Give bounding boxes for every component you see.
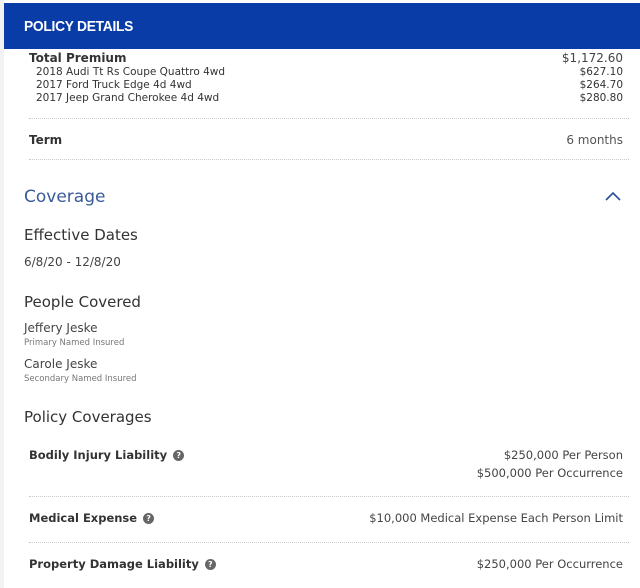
term-label: Term	[29, 133, 63, 147]
help-icon[interactable]: ?	[204, 559, 216, 570]
effective-dates-value: 6/8/20 - 12/8/20	[24, 255, 121, 269]
coverage-value: $500,000 Per Occurrence	[476, 466, 623, 480]
people-covered-title: People Covered	[24, 293, 141, 311]
divider	[29, 118, 629, 119]
help-icon[interactable]: ?	[143, 513, 155, 524]
coverage-label: Medical Expense?	[29, 511, 155, 525]
policy-details-header: POLICY DETAILS	[4, 3, 640, 49]
total-premium-label: Total Premium	[29, 51, 127, 65]
coverage-label-text: Medical Expense	[29, 511, 138, 525]
divider	[29, 496, 629, 497]
person-role: Secondary Named Insured	[24, 374, 137, 384]
person-name: Jeffery Jeske	[24, 321, 98, 335]
divider	[29, 159, 629, 160]
coverage-label-text: Property Damage Liability	[29, 557, 199, 571]
coverage-value: $250,000 Per Occurrence	[476, 557, 623, 571]
person-name: Carole Jeske	[24, 357, 98, 371]
vehicle-name: 2017 Jeep Grand Cherokee 4d 4wd	[36, 92, 220, 104]
coverage-value: $10,000 Medical Expense Each Person Limi…	[369, 511, 623, 525]
coverage-value: $250,000 Per Person	[503, 448, 623, 462]
coverage-label: Property Damage Liability?	[29, 557, 216, 571]
help-icon[interactable]: ?	[173, 450, 185, 461]
vehicle-premium: $280.80	[579, 92, 623, 104]
vehicle-premium: $264.70	[579, 79, 623, 91]
person-role: Primary Named Insured	[24, 338, 125, 348]
total-premium-amount: $1,172.60	[561, 51, 623, 65]
coverage-section-title[interactable]: Coverage	[24, 187, 105, 207]
policy-details-panel: POLICY DETAILS Total Premium $1,172.60 2…	[4, 0, 640, 588]
vehicle-name: 2018 Audi Tt Rs Coupe Quattro 4wd	[36, 66, 226, 78]
vehicle-name: 2017 Ford Truck Edge 4d 4wd	[36, 79, 192, 91]
policy-coverages-title: Policy Coverages	[24, 408, 152, 426]
coverage-label: Bodily Injury Liability?	[29, 448, 185, 462]
header-title: POLICY DETAILS	[24, 18, 134, 35]
term-value: 6 months	[566, 133, 623, 147]
vehicle-premium: $627.10	[579, 66, 623, 78]
chevron-up-icon[interactable]	[605, 190, 621, 202]
coverage-label-text: Bodily Injury Liability	[29, 448, 168, 462]
effective-dates-title: Effective Dates	[24, 226, 138, 244]
divider	[29, 542, 629, 543]
